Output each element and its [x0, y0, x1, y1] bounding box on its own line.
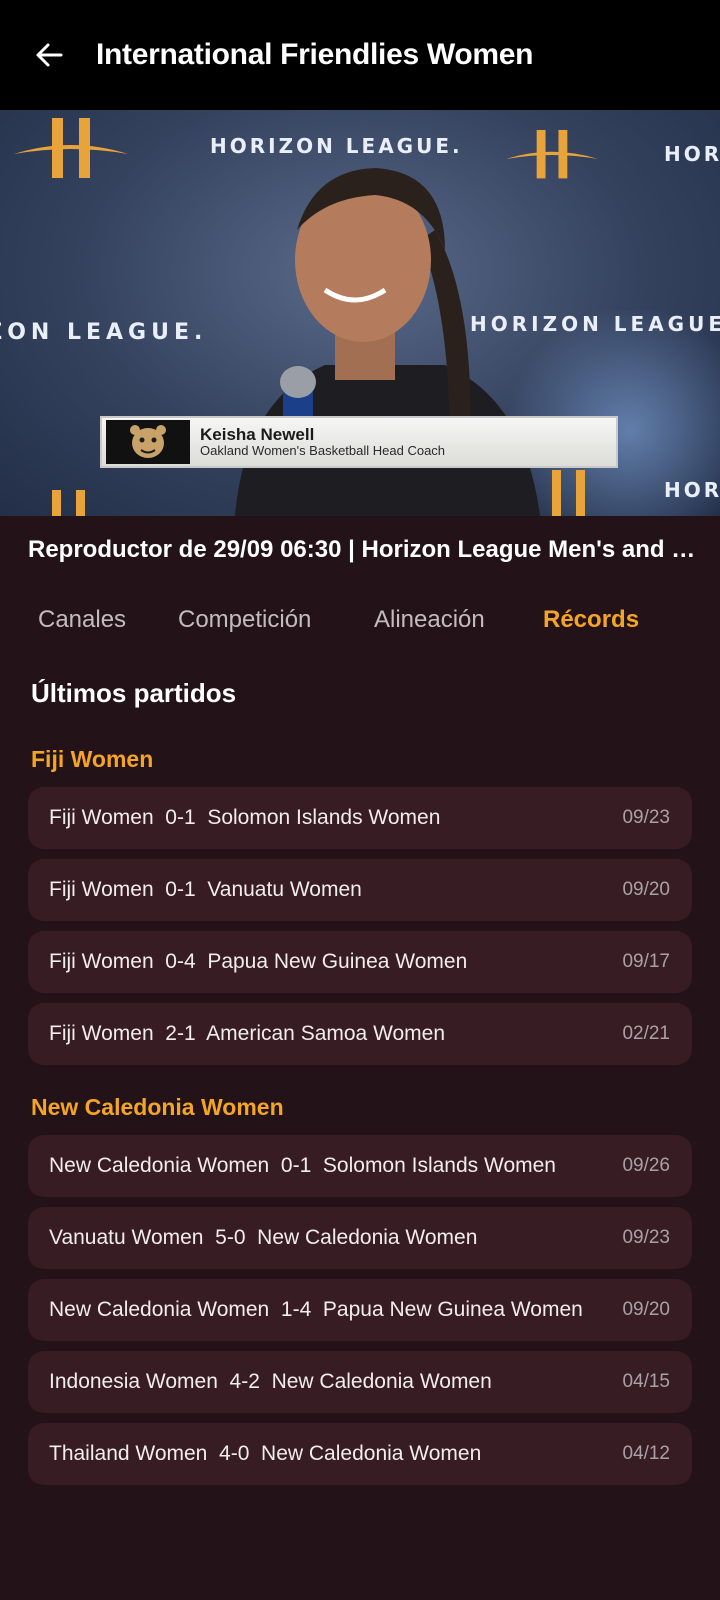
- h-logo-icon: [14, 118, 128, 178]
- page-title: International Friendlies Women: [96, 38, 534, 71]
- match-row[interactable]: Fiji Women 0-1 Vanuatu Women 09/20: [28, 859, 692, 921]
- match-date: 04/12: [622, 1443, 670, 1464]
- bear-logo-icon: [130, 425, 166, 458]
- brand-watermark: HORIZON LEAGUE.: [664, 478, 720, 502]
- arrow-left-icon: [36, 43, 63, 67]
- back-button[interactable]: [20, 26, 78, 84]
- match-date: 02/21: [622, 1023, 670, 1044]
- speaker-role: Oakland Women's Basketball Head Coach: [200, 443, 446, 459]
- match-row[interactable]: Fiji Women 0-1 Solomon Islands Women 09/…: [28, 787, 692, 849]
- match-date: 09/20: [622, 879, 670, 900]
- match-date: 09/23: [622, 807, 670, 828]
- match-date: 09/17: [622, 951, 670, 972]
- team-header-fiji: Fiji Women: [31, 746, 154, 772]
- h-logo-icon: [552, 470, 585, 516]
- match-text: Thailand Women 4-0 New Caledonia Women: [49, 1442, 482, 1465]
- tab-alineacion[interactable]: Alineación: [374, 606, 485, 634]
- match-date: 09/23: [622, 1227, 670, 1248]
- match-row[interactable]: Indonesia Women 4-2 New Caledonia Women …: [28, 1351, 692, 1413]
- video-player[interactable]: HORIZON LEAGUE. HORIZON LEAGUE. HORIZON …: [0, 110, 720, 516]
- lower-third: Keisha Newell Oakland Women's Basketball…: [100, 416, 618, 468]
- match-text: Fiji Women 0-4 Papua New Guinea Women: [49, 950, 468, 973]
- match-text: Fiji Women 0-1 Solomon Islands Women: [49, 806, 441, 829]
- brand-watermark: HORIZON LEAGUE.: [664, 142, 720, 166]
- match-text: Fiji Women 0-1 Vanuatu Women: [49, 878, 362, 901]
- tab-competicion[interactable]: Competición: [178, 606, 311, 634]
- match-row[interactable]: Vanuatu Women 5-0 New Caledonia Women 09…: [28, 1207, 692, 1269]
- tab-records[interactable]: Récords: [543, 606, 639, 634]
- brand-watermark: HORIZON LEAGUE.: [0, 320, 208, 345]
- match-text: New Caledonia Women 1-4 Papua New Guinea…: [49, 1298, 583, 1321]
- match-row[interactable]: New Caledonia Women 1-4 Papua New Guinea…: [28, 1279, 692, 1341]
- match-date: 09/26: [622, 1155, 670, 1176]
- h-logo-icon: [52, 490, 85, 516]
- speaker-name: Keisha Newell: [200, 424, 315, 444]
- match-row[interactable]: Thailand Women 4-0 New Caledonia Women 0…: [28, 1423, 692, 1485]
- stream-title: Reproductor de 29/09 06:30 | Horizon Lea…: [28, 536, 700, 563]
- match-row[interactable]: Fiji Women 0-4 Papua New Guinea Women 09…: [28, 931, 692, 993]
- section-title: Últimos partidos: [31, 678, 237, 708]
- match-row[interactable]: New Caledonia Women 0-1 Solomon Islands …: [28, 1135, 692, 1197]
- match-date: 04/15: [622, 1371, 670, 1392]
- team-header-new-caledonia: New Caledonia Women: [31, 1094, 284, 1120]
- match-text: Vanuatu Women 5-0 New Caledonia Women: [49, 1226, 478, 1249]
- match-date: 09/20: [622, 1299, 670, 1320]
- team-logo: [106, 420, 190, 464]
- match-text: Fiji Women 2-1 American Samoa Women: [49, 1022, 446, 1045]
- app-bar: International Friendlies Women: [0, 0, 720, 110]
- tab-canales[interactable]: Canales: [38, 606, 126, 634]
- match-row[interactable]: Fiji Women 2-1 American Samoa Women 02/2…: [28, 1003, 692, 1065]
- match-text: Indonesia Women 4-2 New Caledonia Women: [49, 1370, 492, 1393]
- tab-bar: Canales Competición Alineación Récords: [0, 598, 720, 642]
- match-text: New Caledonia Women 0-1 Solomon Islands …: [49, 1154, 556, 1177]
